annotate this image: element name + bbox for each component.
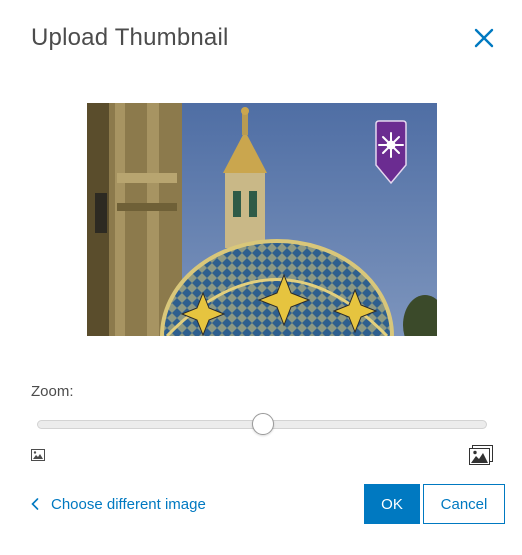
zoom-slider-thumb[interactable]	[251, 413, 274, 435]
large-image-icon[interactable]	[469, 445, 493, 465]
chevron-left-icon	[31, 498, 39, 510]
thumbnail-preview[interactable]	[87, 103, 437, 336]
close-button[interactable]	[470, 24, 498, 52]
choose-different-image-label: Choose different image	[51, 495, 206, 513]
cancel-button[interactable]: Cancel	[423, 484, 505, 524]
zoom-label: Zoom:	[31, 383, 74, 400]
upload-thumbnail-dialog: Upload Thumbnail Zoom: Choose different …	[0, 0, 522, 555]
preview-image	[87, 103, 437, 336]
choose-different-image-link[interactable]: Choose different image	[31, 494, 206, 514]
dialog-title: Upload Thumbnail	[31, 24, 229, 51]
close-icon	[474, 28, 494, 48]
ok-button[interactable]: OK	[364, 484, 420, 524]
small-image-icon[interactable]	[31, 449, 45, 461]
